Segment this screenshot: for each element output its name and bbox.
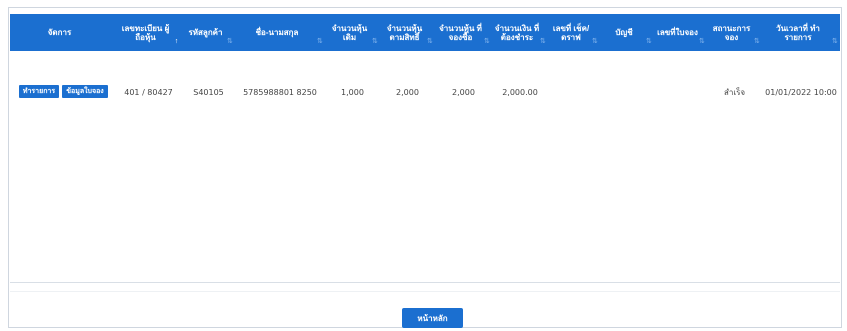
column-header-cheque-no[interactable]: เลขที่ เช็ค/ดราฟ ⇅	[548, 14, 600, 51]
status-cell: สำเร็จ	[723, 87, 746, 97]
sort-asc-icon[interactable]: ↑	[174, 38, 179, 46]
column-header-manage: จัดการ	[47, 28, 72, 37]
column-header-customer-code[interactable]: รหัสลูกค้า ⇅	[182, 14, 235, 51]
column-header-subscribed-shares[interactable]: จำนวนหุ้น ที่จองซื้อ ⇅	[435, 14, 492, 51]
sort-icon[interactable]: ⇅	[540, 38, 546, 46]
cheque-no-cell	[548, 80, 600, 104]
column-header-booking-no[interactable]: เลขที่ใบจอง ⇅	[654, 14, 707, 51]
account-cell	[600, 80, 654, 104]
process-button[interactable]: ทำรายการ	[19, 85, 59, 98]
sort-icon[interactable]: ⇅	[646, 38, 652, 46]
sort-icon[interactable]: ⇅	[227, 38, 233, 46]
sort-icon[interactable]: ⇅	[372, 38, 378, 46]
sort-icon[interactable]: ⇅	[832, 38, 838, 46]
sort-icon[interactable]: ⇅	[592, 38, 598, 46]
entitled-shares-cell: 2,000	[396, 87, 419, 97]
column-header-amount[interactable]: จำนวนเงิน ที่ต้องชำระ ⇅	[492, 14, 548, 51]
footer-divider	[10, 291, 840, 292]
sort-icon[interactable]: ⇅	[754, 38, 760, 46]
sort-icon[interactable]: ⇅	[317, 38, 323, 46]
column-header-account[interactable]: บัญชี ⇅	[600, 14, 654, 51]
customer-code-cell: S40105	[193, 87, 224, 97]
column-header-old-shares[interactable]: จำนวนหุ้น เดิม ⇅	[325, 14, 380, 51]
old-shares-cell: 1,000	[341, 87, 364, 97]
datetime-cell: 01/01/2022 10:00	[765, 87, 837, 97]
booking-info-button[interactable]: ข้อมูลใบจอง	[62, 85, 108, 98]
column-header-name[interactable]: ชื่อ-นามสกุล ⇅	[235, 14, 325, 51]
column-header-entitled-shares[interactable]: จำนวนหุ้น ตามสิทธิ์ ⇅	[380, 14, 435, 51]
table-bottom-divider	[10, 282, 840, 283]
column-header-status[interactable]: สถานะการจอง ⇅	[707, 14, 762, 51]
booking-no-cell	[654, 80, 707, 104]
data-table-panel: จัดการ เลขทะเบียน ผู้ถือหุ้น ↑ รหัสลูกค้า…	[8, 7, 842, 328]
column-header-holder-id[interactable]: เลขทะเบียน ผู้ถือหุ้น ↑	[115, 14, 182, 51]
holder-id-cell: 401 / 80427	[124, 87, 173, 97]
table-row: ทำรายการ ข้อมูลใบจอง 401 / 80427 S40105 …	[10, 80, 840, 104]
name-cell: 5785988801 8250	[243, 87, 317, 97]
amount-cell: 2,000.00	[502, 87, 538, 97]
table-header: จัดการ เลขทะเบียน ผู้ถือหุ้น ↑ รหัสลูกค้า…	[10, 14, 840, 51]
sort-icon[interactable]: ⇅	[484, 38, 490, 46]
sort-icon[interactable]: ⇅	[699, 38, 705, 46]
back-to-home-button[interactable]: หน้าหลัก	[402, 308, 463, 328]
subscribed-shares-cell: 2,000	[452, 87, 475, 97]
column-header-datetime[interactable]: วันเวลาที่ ทำรายการ ⇅	[762, 14, 840, 51]
sort-icon[interactable]: ⇅	[427, 38, 433, 46]
